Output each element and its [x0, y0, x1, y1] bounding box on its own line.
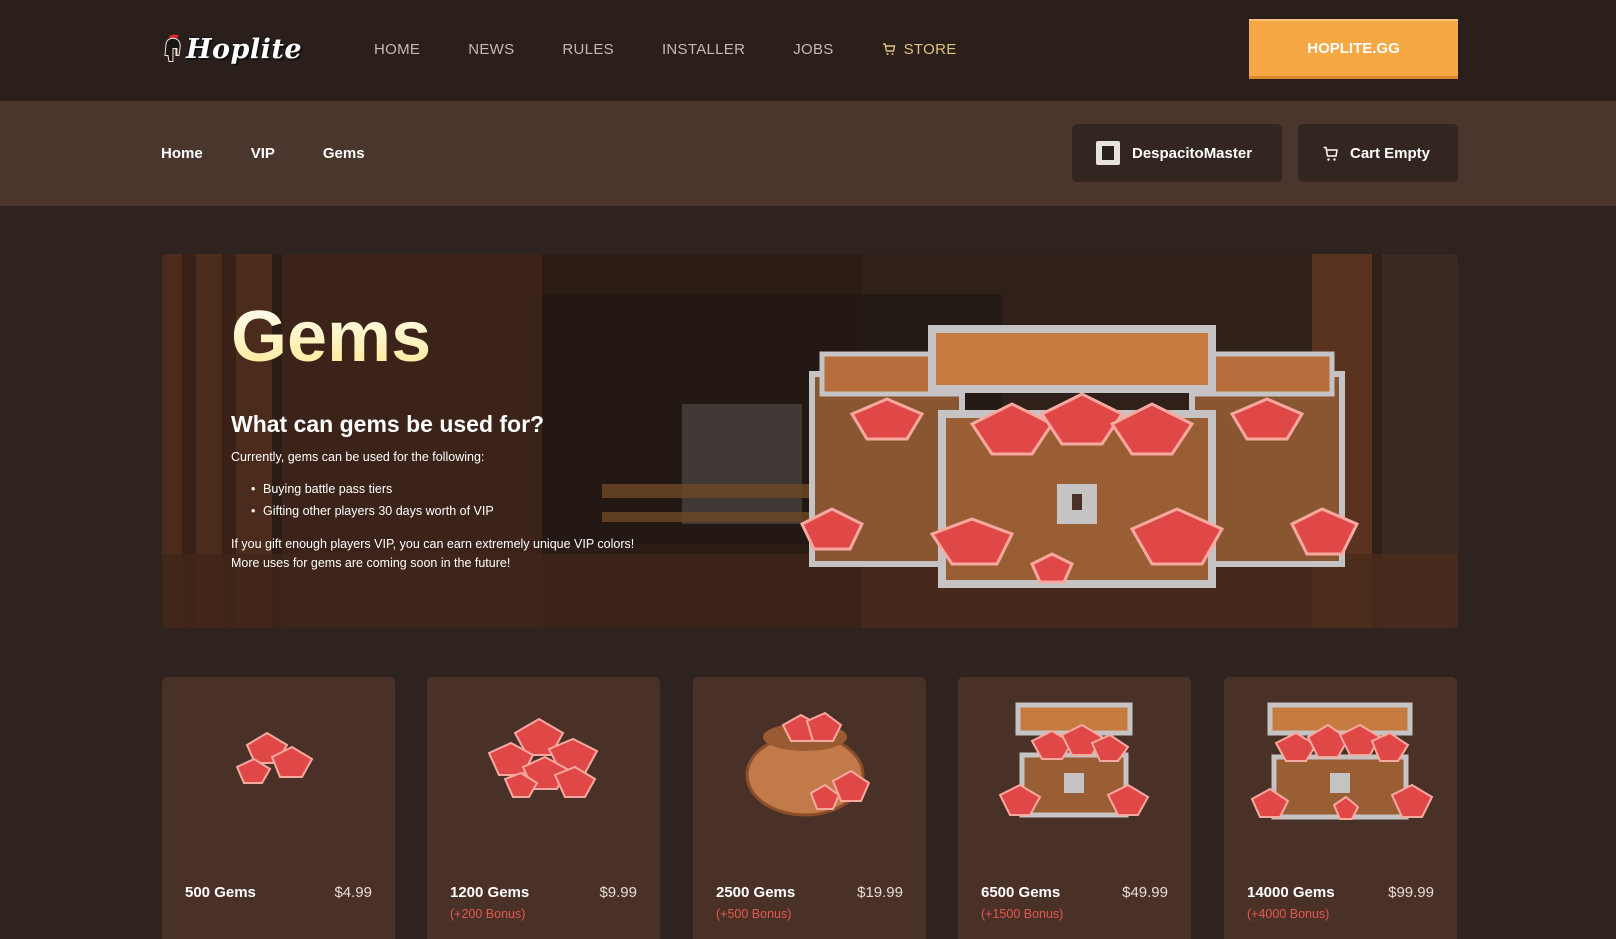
- nav-jobs[interactable]: JOBS: [793, 41, 833, 58]
- product-price: $19.99: [857, 884, 903, 901]
- product-grid: 500 Gems $4.99 1200 Gems $9.99 (+200 Bon…: [162, 677, 1458, 939]
- avatar: [1096, 141, 1120, 165]
- cart-icon: [882, 43, 895, 55]
- hoplite-gg-button[interactable]: HOPLITE.GG: [1249, 19, 1458, 79]
- product-card-500-gems[interactable]: 500 Gems $4.99: [162, 677, 395, 939]
- hero-intro: Currently, gems can be used for the foll…: [231, 450, 485, 464]
- page-title: Gems: [231, 297, 432, 377]
- list-item: Gifting other players 30 days worth of V…: [251, 504, 494, 518]
- product-price: $4.99: [334, 884, 372, 901]
- gem-uses-list: Buying battle pass tiers Gifting other p…: [231, 482, 494, 526]
- list-item: Buying battle pass tiers: [251, 482, 494, 496]
- cart-label: Cart Empty: [1350, 144, 1431, 162]
- product-bonus: (+4000 Bonus): [1247, 907, 1330, 921]
- product-name: 500 Gems: [185, 884, 256, 901]
- hero-note-line: If you gift enough players VIP, you can …: [231, 537, 635, 551]
- hero-note-line: More uses for gems are coming soon in th…: [231, 556, 511, 570]
- product-price: $99.99: [1388, 884, 1434, 901]
- username: DespacitoMaster: [1132, 144, 1253, 162]
- product-name: 2500 Gems: [716, 884, 796, 901]
- gem-bag-icon: [745, 711, 871, 817]
- product-bonus: (+1500 Bonus): [981, 907, 1064, 921]
- nav-rules[interactable]: RULES: [562, 41, 614, 58]
- nav-store[interactable]: STORE: [882, 41, 957, 58]
- hero-banner: Gems What can gems be used for? Currentl…: [162, 254, 1458, 628]
- breadcrumb-vip[interactable]: VIP: [251, 145, 275, 162]
- product-price: $49.99: [1122, 884, 1168, 901]
- gem-chest-icon: [998, 702, 1150, 818]
- nav-news[interactable]: NEWS: [468, 41, 514, 58]
- main-nav: HOME NEWS RULES INSTALLER JOBS STORE: [374, 0, 1005, 98]
- logo[interactable]: Hoplite: [162, 18, 302, 80]
- gem-pile-icon: [487, 717, 599, 798]
- breadcrumb-home[interactable]: Home: [161, 145, 203, 162]
- product-name: 1200 Gems: [450, 884, 530, 901]
- hero-note: If you gift enough players VIP, you can …: [231, 535, 634, 573]
- product-card-6500-gems[interactable]: 6500 Gems $49.99 (+1500 Bonus): [958, 677, 1191, 939]
- nav-installer[interactable]: INSTALLER: [662, 41, 745, 58]
- breadcrumb-gems[interactable]: Gems: [323, 145, 365, 162]
- gem-icon: [235, 731, 314, 784]
- breadcrumb: Home VIP Gems: [161, 101, 413, 206]
- treasure-chests-illustration: [800, 325, 1360, 588]
- product-card-14000-gems[interactable]: 14000 Gems $99.99 (+4000 Bonus): [1224, 677, 1457, 939]
- product-price: $9.99: [599, 884, 637, 901]
- product-name: 6500 Gems: [981, 884, 1061, 901]
- top-navbar: Hoplite HOME NEWS RULES INSTALLER JOBS S…: [0, 0, 1616, 101]
- nav-home[interactable]: HOME: [374, 41, 420, 58]
- product-bonus: (+200 Bonus): [450, 907, 526, 921]
- helmet-icon: [164, 34, 181, 62]
- user-account-button[interactable]: DespacitoMaster: [1072, 124, 1282, 182]
- product-card-1200-gems[interactable]: 1200 Gems $9.99 (+200 Bonus): [427, 677, 660, 939]
- nav-store-label: STORE: [903, 40, 957, 58]
- product-card-2500-gems[interactable]: 2500 Gems $19.99 (+500 Bonus): [693, 677, 926, 939]
- brand-name: Hoplite: [185, 33, 302, 65]
- cart-icon: [1323, 146, 1338, 161]
- large-gem-chest-icon: [1250, 702, 1434, 820]
- cart-button[interactable]: Cart Empty: [1298, 124, 1458, 182]
- hero-subtitle: What can gems be used for?: [231, 411, 545, 437]
- product-bonus: (+500 Bonus): [716, 907, 792, 921]
- product-name: 14000 Gems: [1247, 884, 1335, 901]
